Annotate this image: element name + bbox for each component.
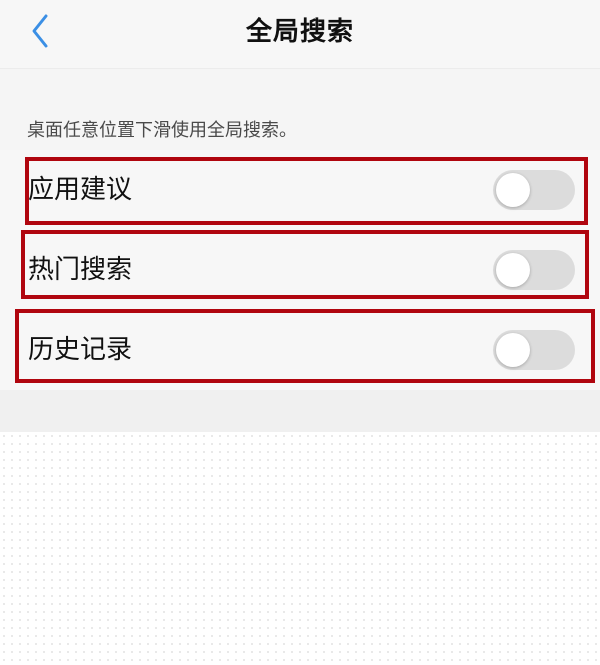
settings-screen: 全局搜索 桌面任意位置下滑使用全局搜索。 应用建议 热门搜索 历史记录: [0, 0, 600, 432]
toggle-knob: [496, 333, 530, 367]
header: 全局搜索: [0, 0, 600, 69]
hot-search-toggle[interactable]: [493, 250, 575, 290]
setting-row-hot-search[interactable]: 热门搜索: [0, 230, 600, 310]
list-footer-spacer: [0, 390, 600, 432]
section-description: 桌面任意位置下滑使用全局搜索。: [27, 120, 297, 141]
settings-list: 应用建议 热门搜索 历史记录: [0, 150, 600, 390]
history-toggle[interactable]: [493, 330, 575, 370]
setting-row-history[interactable]: 历史记录: [0, 310, 600, 390]
app-suggestions-toggle[interactable]: [493, 170, 575, 210]
page-title: 全局搜索: [245, 17, 354, 47]
toggle-knob: [496, 173, 530, 207]
setting-label: 应用建议: [28, 175, 133, 205]
setting-label: 热门搜索: [28, 255, 133, 285]
toggle-knob: [496, 253, 530, 287]
setting-row-app-suggestions[interactable]: 应用建议: [0, 150, 600, 230]
setting-label: 历史记录: [28, 335, 133, 365]
